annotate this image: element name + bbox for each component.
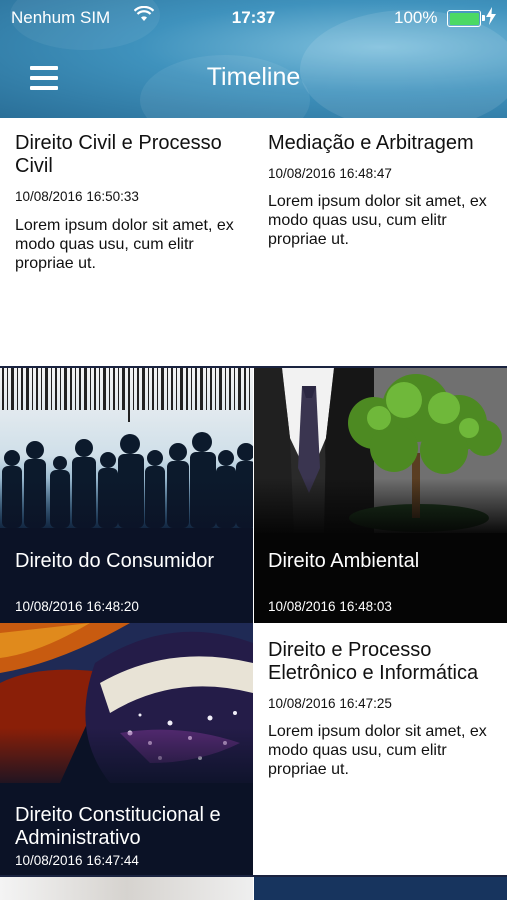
card-title: Direito do Consumidor bbox=[15, 550, 214, 572]
card-date: 10/08/2016 16:47:44 bbox=[15, 853, 139, 868]
card-date: 10/08/2016 16:47:25 bbox=[268, 696, 392, 711]
page-title: Timeline bbox=[206, 63, 301, 91]
card-title: Direito Ambiental bbox=[268, 550, 420, 572]
timeline-card[interactable]: Direito e Processo Eletrônico e Informát… bbox=[254, 623, 507, 876]
card-title: Mediação e Arbitragem bbox=[268, 132, 474, 154]
battery-icon bbox=[447, 10, 485, 27]
timeline-card[interactable]: Direito Civil e Processo Civil 10/08/201… bbox=[0, 118, 253, 367]
timeline-card[interactable]: Mediação e Arbitragem 10/08/2016 16:48:4… bbox=[254, 118, 507, 367]
charging-bolt-icon bbox=[486, 7, 496, 25]
card-body: Lorem ipsum dolor sit amet, ex modo quas… bbox=[268, 193, 487, 248]
card-date: 10/08/2016 16:48:03 bbox=[268, 599, 392, 614]
app-header: Nenhum SIM 17:37 100% Timeline bbox=[0, 0, 507, 118]
card-title: Direito e Processo Eletrônico e Informát… bbox=[268, 639, 479, 684]
status-bar: Nenhum SIM 17:37 100% bbox=[0, 0, 507, 36]
timeline-card[interactable]: Direito do Consumidor 10/08/2016 16:48:2… bbox=[0, 368, 253, 623]
card-body: Lorem ipsum dolor sit amet, ex modo quas… bbox=[268, 723, 487, 778]
card-date: 10/08/2016 16:50:33 bbox=[15, 189, 139, 204]
card-body: Lorem ipsum dolor sit amet, ex modo quas… bbox=[15, 217, 234, 272]
timeline-card-partial[interactable] bbox=[254, 877, 507, 900]
timeline-card[interactable]: Direito Ambiental 10/08/2016 16:48:03 bbox=[254, 368, 507, 623]
card-title: Direito Civil e Processo Civil bbox=[15, 132, 222, 177]
timeline-card-partial[interactable] bbox=[0, 877, 253, 900]
card-title: Direito Constitucional e Administrativo bbox=[15, 804, 221, 849]
card-date: 10/08/2016 16:48:20 bbox=[15, 599, 139, 614]
battery-percent: 100% bbox=[394, 8, 438, 27]
battery-fill bbox=[449, 12, 479, 25]
card-date: 10/08/2016 16:48:47 bbox=[268, 166, 392, 181]
timeline-card[interactable]: Direito Constitucional e Administrativo … bbox=[0, 623, 253, 876]
